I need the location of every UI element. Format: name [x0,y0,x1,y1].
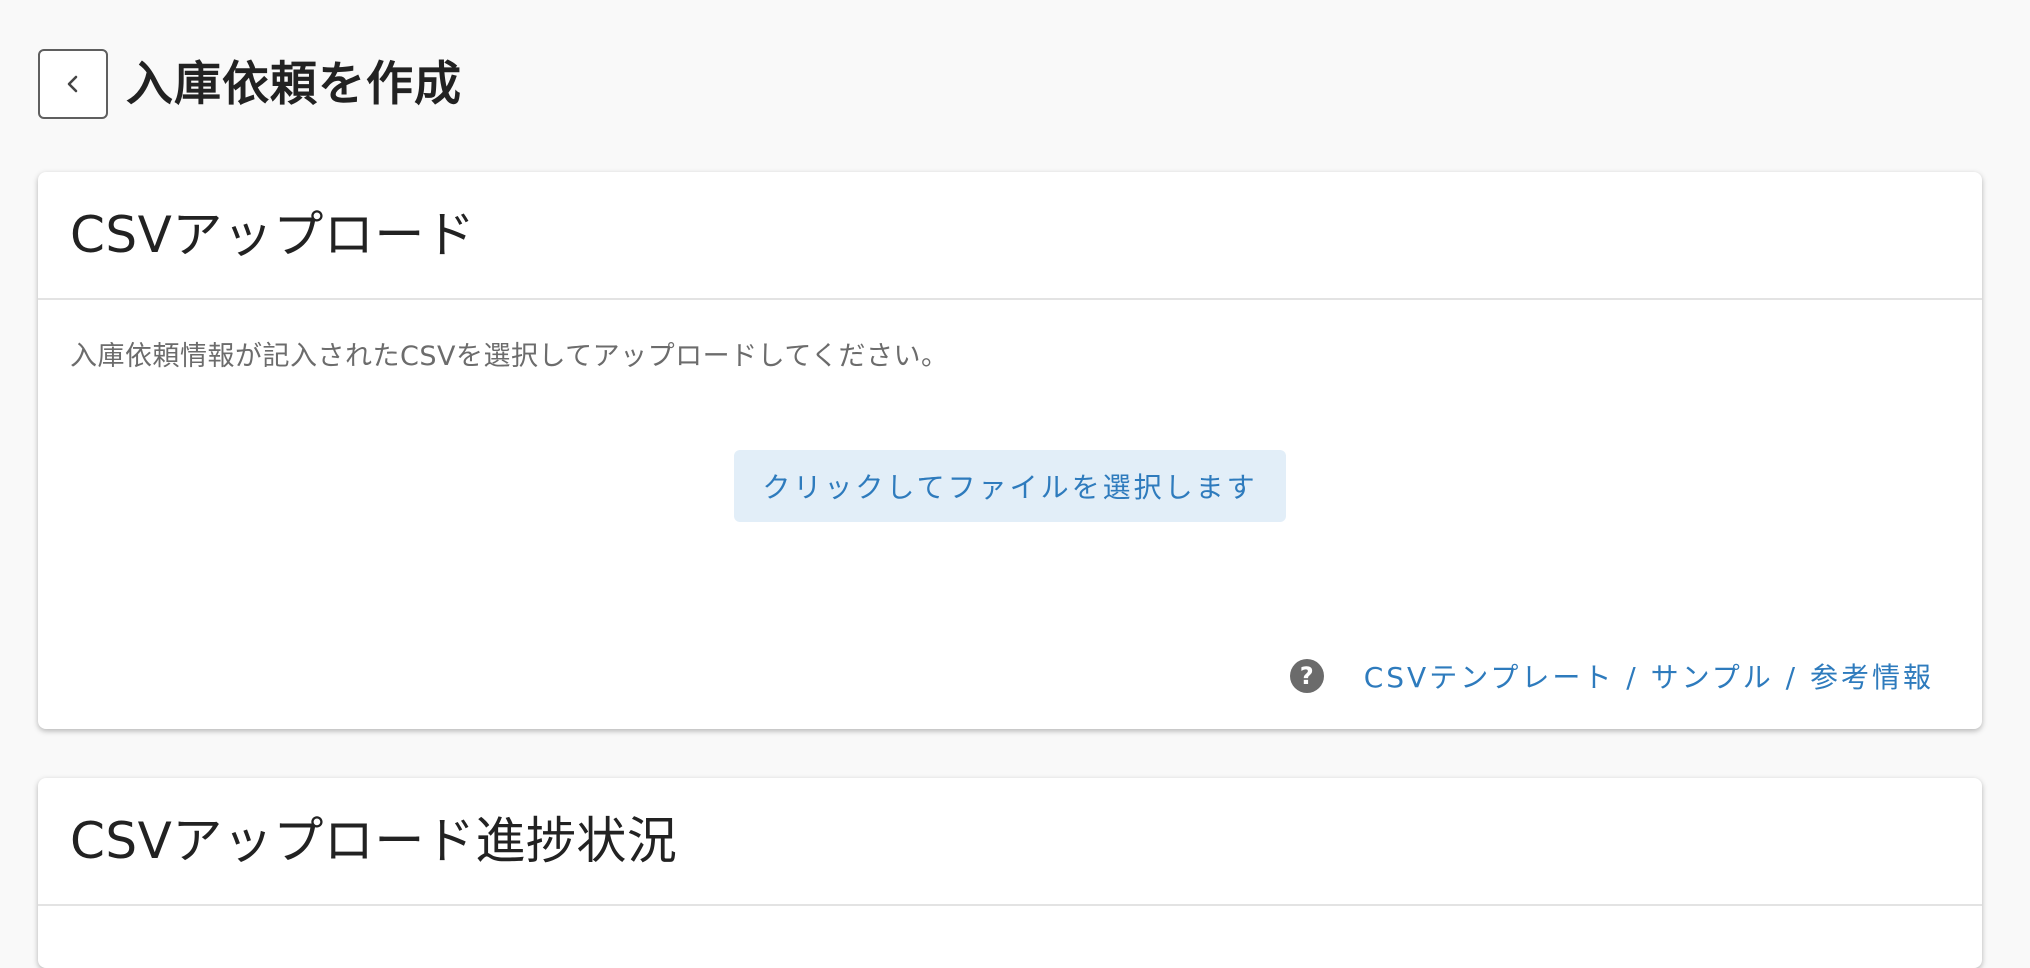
help-row: ? CSVテンプレート / サンプル / 参考情報 [1289,656,1934,696]
question-circle-icon[interactable]: ? [1289,659,1324,693]
csv-upload-card: CSVアップロード 入庫依頼情報が記入されたCSVを選択してアップロードしてくだ… [38,172,1982,729]
chevron-left-icon [67,75,78,93]
csv-upload-progress-card: CSVアップロード進捗状況 [38,778,1982,968]
page-header: 入庫依頼を作成 [38,48,462,120]
card-title: CSVアップロード [70,206,476,264]
back-button[interactable] [38,49,108,119]
csv-template-link[interactable]: CSVテンプレート / サンプル / 参考情報 [1364,656,1934,696]
card-header: CSVアップロード [38,172,1982,300]
upload-description: 入庫依頼情報が記入されたCSVを選択してアップロードしてください。 [70,341,949,372]
select-file-button[interactable]: クリックしてファイルを選択します [734,450,1286,522]
card-body: 入庫依頼情報が記入されたCSVを選択してアップロードしてください。 クリックして… [38,300,1982,729]
card-title: CSVアップロード進捗状況 [70,812,678,870]
page-title: 入庫依頼を作成 [126,56,462,112]
card-header: CSVアップロード進捗状況 [38,778,1982,906]
